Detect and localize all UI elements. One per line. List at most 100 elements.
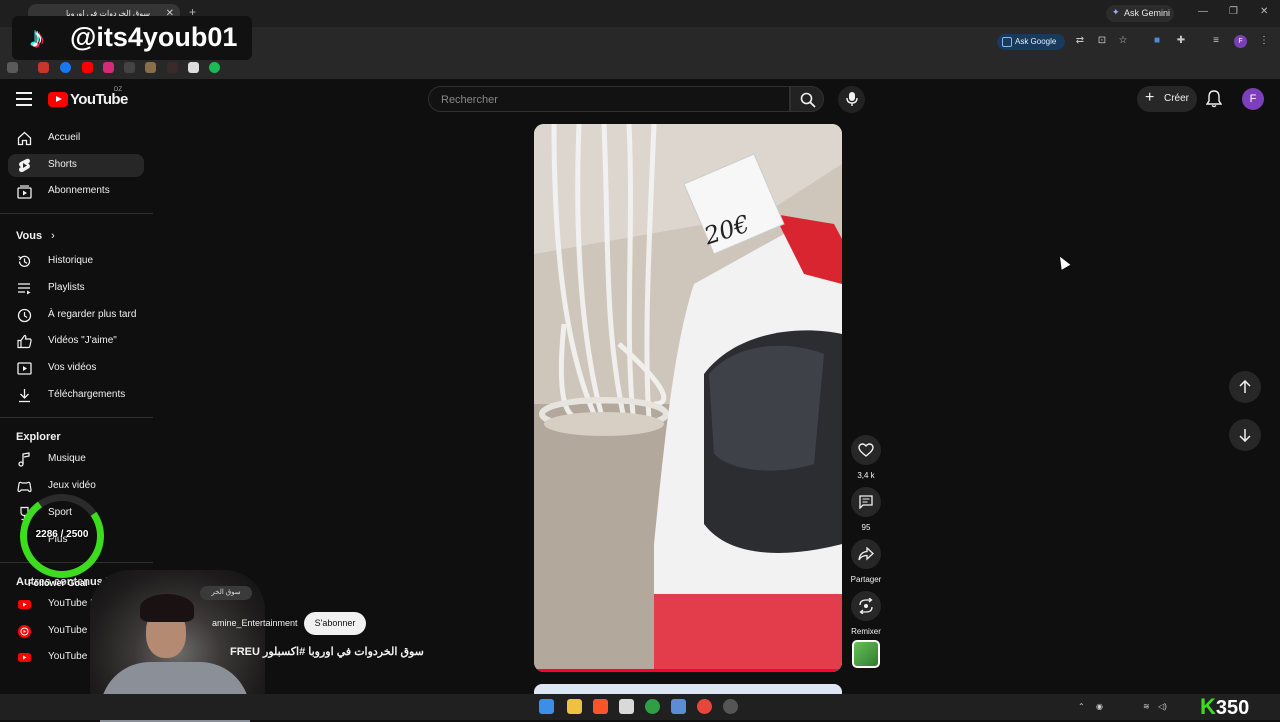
spotify-bookmark-icon[interactable] [209, 62, 220, 73]
install-app-icon[interactable]: ⊡ [1096, 35, 1108, 47]
sidebar-divider [0, 213, 153, 214]
share-arrow-icon [858, 547, 874, 561]
sidebar-item-musique[interactable]: Musique [8, 448, 144, 471]
search-input[interactable] [441, 91, 771, 108]
home-icon [17, 131, 32, 146]
translate-icon[interactable]: ⇄ [1074, 35, 1086, 47]
chrome-icon[interactable] [697, 699, 712, 714]
downloads-icon [19, 389, 30, 403]
sidebar-item-watch-later[interactable]: À regarder plus tard [8, 304, 144, 327]
your-videos-icon [17, 362, 32, 375]
remix-action: Remixer [851, 591, 881, 636]
sidebar-heading-explorer: Explorer [16, 431, 61, 443]
gmail-bookmark-icon[interactable] [38, 62, 49, 73]
file-explorer-icon[interactable] [567, 699, 582, 714]
mouse-cursor-icon [1055, 254, 1071, 270]
apps-grid-icon[interactable] [7, 62, 18, 73]
subscriptions-icon [17, 185, 32, 199]
store-icon[interactable] [619, 699, 634, 714]
like-count: 3,4 k [857, 471, 875, 480]
ask-google-label: Ask Google [1015, 37, 1057, 46]
gaming-icon [17, 481, 32, 493]
bookmark-icon[interactable] [188, 62, 199, 73]
sidebar-item-abonnements[interactable]: Abonnements [8, 180, 144, 203]
tray-chevron-icon[interactable]: ⌃ [1078, 702, 1085, 711]
extension-icon[interactable]: ■ [1151, 35, 1163, 47]
sidebar-item-accueil[interactable]: Accueil [8, 127, 144, 150]
ask-google-button[interactable]: Ask Google [997, 34, 1065, 50]
youtube-bookmark-icon[interactable] [82, 62, 93, 73]
sound-chip[interactable]: سوق الخر [200, 586, 252, 600]
hamburger-menu-icon[interactable] [16, 92, 32, 106]
next-short-button[interactable] [1229, 419, 1261, 451]
tray-volume-icon[interactable]: ◁) [1158, 702, 1167, 711]
sidebar-item-label: Vidéos "J'aime" [48, 335, 117, 346]
search-button[interactable] [790, 86, 824, 112]
ask-gemini-label: Ask Gemini [1124, 8, 1171, 18]
minimize-window-button[interactable]: — [1198, 6, 1208, 17]
browser-profile-avatar[interactable]: F [1234, 35, 1247, 48]
sidebar-item-historique[interactable]: Historique [8, 250, 144, 273]
video-progress-bar[interactable] [534, 669, 842, 672]
history-icon [18, 255, 31, 267]
account-avatar[interactable]: F [1242, 88, 1264, 110]
lens-icon [1002, 37, 1012, 47]
app-icon[interactable] [671, 699, 686, 714]
youtube-kids-icon [18, 653, 31, 662]
sound-thumbnail[interactable] [852, 640, 880, 668]
music-icon [18, 452, 30, 467]
tiktok-handle: @its4youb01 [70, 22, 238, 52]
share-button[interactable] [851, 539, 881, 569]
remix-button[interactable] [851, 591, 881, 621]
create-button[interactable]: + Créer [1137, 86, 1197, 112]
video-frame [534, 124, 842, 672]
media-controls-icon[interactable]: ≡ [1210, 35, 1222, 47]
previous-short-button[interactable] [1229, 371, 1261, 403]
sidebar-item-downloads[interactable]: Téléchargements [8, 384, 144, 407]
start-menu-icon[interactable] [539, 699, 554, 714]
follower-goal-label: Follower Goal [28, 578, 88, 588]
sidebar-heading-vous[interactable]: Vous › [16, 230, 55, 242]
remix-label: Remixer [851, 627, 881, 636]
facebook-bookmark-icon[interactable] [60, 62, 71, 73]
watch-later-icon [17, 308, 32, 323]
bookmark-star-icon[interactable]: ☆ [1117, 35, 1129, 47]
sidebar-item-playlists[interactable]: Playlists [8, 277, 144, 300]
tray-wifi-icon[interactable]: ≋ [1143, 702, 1150, 711]
extensions-puzzle-icon[interactable]: ✚ [1175, 35, 1187, 47]
like-icon [17, 334, 32, 349]
like-button[interactable] [851, 435, 881, 465]
remix-icon [859, 598, 873, 614]
bookmark-icon[interactable] [124, 62, 135, 73]
bookmark-icon[interactable] [167, 62, 178, 73]
webcam-hair [140, 594, 194, 622]
comment-count: 95 [861, 523, 871, 532]
tray-discord-icon[interactable]: ◉ [1096, 702, 1103, 711]
instagram-bookmark-icon[interactable] [103, 62, 114, 73]
subscribe-button[interactable]: S'abonner [304, 612, 366, 635]
sidebar-item-jeux-video[interactable]: Jeux vidéo [8, 475, 144, 498]
next-short-preview[interactable] [534, 684, 842, 694]
xbox-icon[interactable] [645, 699, 660, 714]
browser-menu-icon[interactable]: ⋮ [1258, 35, 1270, 47]
sidebar-item-label: Accueil [48, 132, 81, 143]
bookmark-icon[interactable] [145, 62, 156, 73]
windows-taskbar: ⌃ ◉ ≋ ◁) [0, 694, 1280, 720]
close-window-button[interactable]: ✕ [1260, 6, 1268, 17]
sidebar-item-shorts[interactable]: Shorts [8, 154, 144, 177]
sidebar-item-your-videos[interactable]: Vos vidéos [8, 357, 144, 380]
youtube-premium-icon [18, 600, 31, 609]
brave-browser-icon[interactable] [593, 699, 608, 714]
comment-button[interactable] [851, 487, 881, 517]
sidebar-item-liked-videos[interactable]: Vidéos "J'aime" [8, 330, 144, 353]
voice-search-button[interactable] [838, 86, 865, 113]
sidebar-item-label: Vos vidéos [48, 362, 97, 373]
sidebar-item-label: Jeux vidéo [48, 480, 96, 491]
ask-gemini-button[interactable]: ✦ Ask Gemini [1106, 5, 1174, 22]
short-video-player[interactable]: 20€ [534, 124, 842, 672]
share-label: Partager [850, 575, 882, 584]
obs-icon[interactable] [723, 699, 738, 714]
channel-name[interactable]: amine_Entertainment [212, 618, 298, 628]
maximize-window-button[interactable]: ❐ [1229, 6, 1238, 17]
notifications-bell-icon[interactable] [1205, 90, 1223, 108]
